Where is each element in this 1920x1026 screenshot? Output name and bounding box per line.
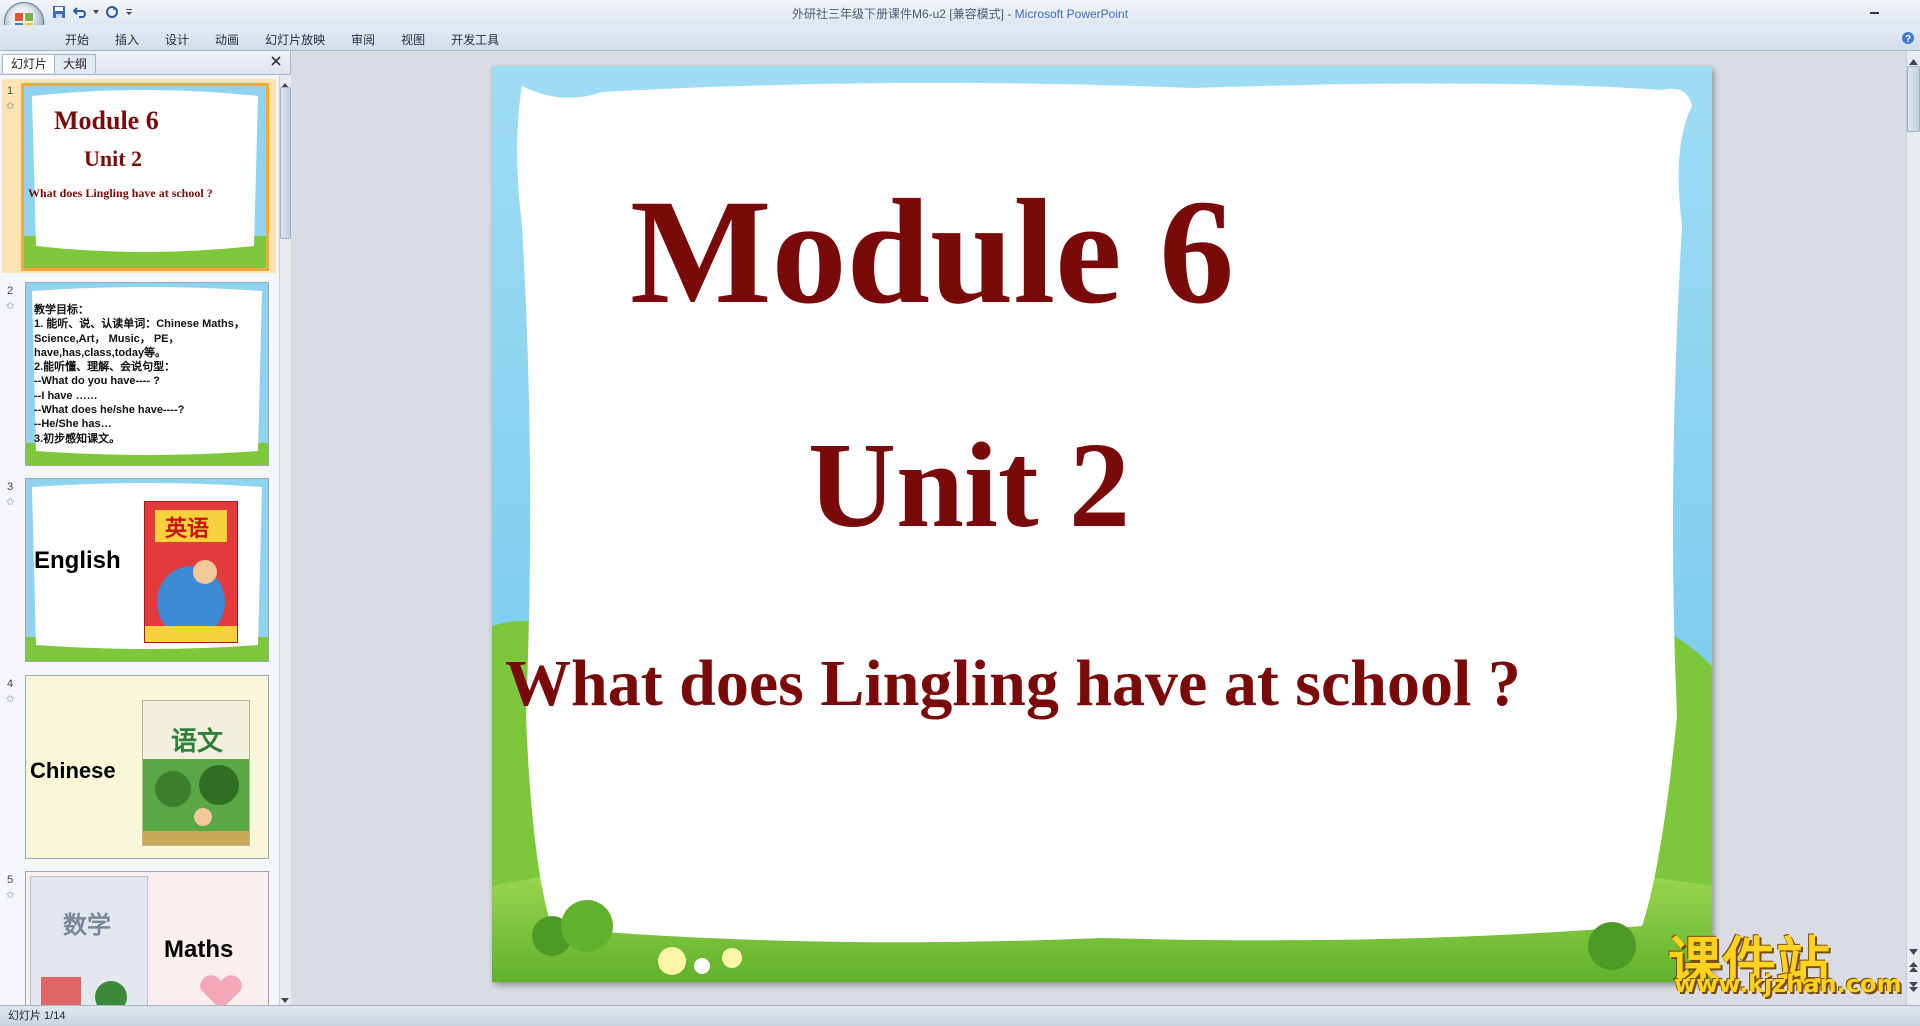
minimize-icon — [1870, 12, 1879, 14]
thumb-number: 1 — [7, 85, 14, 97]
book-illustration — [145, 560, 237, 642]
objective-line: have,has,class,today等。 — [34, 346, 167, 359]
thumb-question: What does Lingling have at school ? — [28, 186, 213, 200]
thumb-number: 4 — [7, 678, 14, 690]
svg-text:?: ? — [1905, 34, 1911, 45]
objective-line: 1. 能听、说、认读单词：Chinese Maths， — [34, 318, 245, 331]
objective-line: 3.初步感知课文。 — [34, 432, 121, 445]
book-title: 英语 — [165, 516, 210, 541]
help-button[interactable]: ? — [1901, 31, 1915, 48]
subject-label: Maths — [164, 936, 234, 963]
status-bar: 幻灯片 1/14 — [0, 1005, 1920, 1026]
watermark-url: www.kjzhan.com — [1674, 970, 1902, 998]
app-name: Microsoft PowerPoint — [1014, 7, 1129, 21]
subject-label: English — [34, 547, 121, 574]
slide-thumbnail-2[interactable]: 教学目标： 1. 能听、说、认读单词：Chinese Maths， Scienc… — [25, 282, 269, 466]
tab-design[interactable]: 设计 — [152, 29, 202, 49]
english-book-cover: 英语 — [144, 501, 238, 643]
animation-star-icon: ✩ — [6, 497, 15, 508]
thumbnail-scroll-thumb[interactable] — [280, 87, 291, 239]
heart-decoration — [200, 975, 242, 1005]
subject-label: Chinese — [30, 758, 116, 783]
thumb-number: 2 — [7, 285, 14, 297]
editor-scrollbar[interactable] — [1906, 51, 1920, 1005]
objective-line: 2.能听懂、理解、会说句型： — [34, 361, 176, 374]
tab-slides[interactable]: 幻灯片 — [2, 54, 57, 73]
tab-slide-show[interactable]: 幻灯片放映 — [252, 29, 338, 49]
animation-star-icon: ✩ — [6, 694, 15, 705]
tab-animations[interactable]: 动画 — [202, 29, 252, 49]
next-slide-icon[interactable] — [1908, 980, 1919, 997]
objective-line: --What do you have---- ? — [34, 375, 160, 388]
help-icon: ? — [1902, 32, 1914, 45]
minimize-button[interactable] — [1868, 4, 1882, 18]
slide-title[interactable]: Module 6 — [630, 166, 1234, 338]
slide-subtitle[interactable]: Unit 2 — [808, 416, 1130, 556]
close-pane-button[interactable] — [270, 55, 282, 70]
book-illustration — [41, 977, 127, 1005]
slide-thumbnail-3[interactable]: English 英语 — [25, 478, 269, 662]
title-separator: - — [1003, 7, 1015, 21]
animation-star-icon: ✩ — [6, 301, 15, 312]
slide-thumbnail-1[interactable]: Module 6 Unit 2 What does Lingling have … — [21, 83, 269, 271]
tab-view[interactable]: 视图 — [388, 29, 438, 49]
previous-slide-icon[interactable] — [1908, 960, 1919, 977]
book-title: 数学 — [63, 912, 111, 939]
objectives-text: 教学目标： 1. 能听、说、认读单词：Chinese Maths， Scienc… — [34, 303, 245, 446]
thumb-title: Module 6 — [54, 106, 159, 135]
thumbnail-list: 1 ✩ Module 6 Unit 2 What does Lingling h… — [0, 75, 280, 1005]
slide-thumbnail-4[interactable]: Chinese 语文 — [25, 675, 269, 859]
objective-line: --He/She has… — [34, 418, 112, 431]
objective-line: --I have …… — [34, 389, 98, 402]
editor-scroll-thumb[interactable] — [1907, 66, 1920, 132]
tab-review[interactable]: 审阅 — [338, 29, 388, 49]
maths-book-cover: 数学 — [30, 876, 148, 1005]
book-title: 语文 — [171, 726, 224, 756]
animation-star-icon: ✩ — [6, 101, 15, 112]
scroll-down-arrow-icon[interactable] — [1909, 945, 1918, 959]
tab-developer[interactable]: 开发工具 — [438, 29, 512, 49]
document-name: 外研社三年级下册课件M6-u2 [兼容模式] — [791, 7, 1004, 21]
slide-indicator: 幻灯片 1/14 — [8, 1010, 66, 1022]
close-icon — [271, 56, 281, 66]
slide-thumbnail-5[interactable]: 数学 Maths — [25, 871, 269, 1005]
tab-outline[interactable]: 大纲 — [54, 54, 97, 73]
slide-question[interactable]: What does Lingling have at school ? — [505, 646, 1521, 722]
book-illustration — [143, 759, 249, 845]
thumb-number: 3 — [7, 481, 14, 493]
objective-line: 教学目标： — [34, 304, 89, 316]
ribbon-tabs: 开始 插入 设计 动画 幻灯片放映 审阅 视图 开发工具 — [52, 29, 512, 49]
animation-star-icon: ✩ — [6, 890, 15, 901]
tab-home[interactable]: 开始 — [52, 29, 102, 49]
thumb-subtitle: Unit 2 — [84, 146, 143, 171]
objective-line: Science,Art， Music， PE， — [34, 332, 180, 345]
current-slide[interactable]: Module 6 Unit 2 What does Lingling have … — [492, 66, 1712, 982]
tab-insert[interactable]: 插入 — [102, 29, 152, 49]
thumb-number: 5 — [7, 874, 14, 886]
objective-line: --What does he/she have----? — [34, 404, 185, 417]
window-title: 外研社三年级下册课件M6-u2 [兼容模式] - Microsoft Power… — [0, 5, 1920, 22]
chinese-book-cover: 语文 — [142, 700, 250, 846]
